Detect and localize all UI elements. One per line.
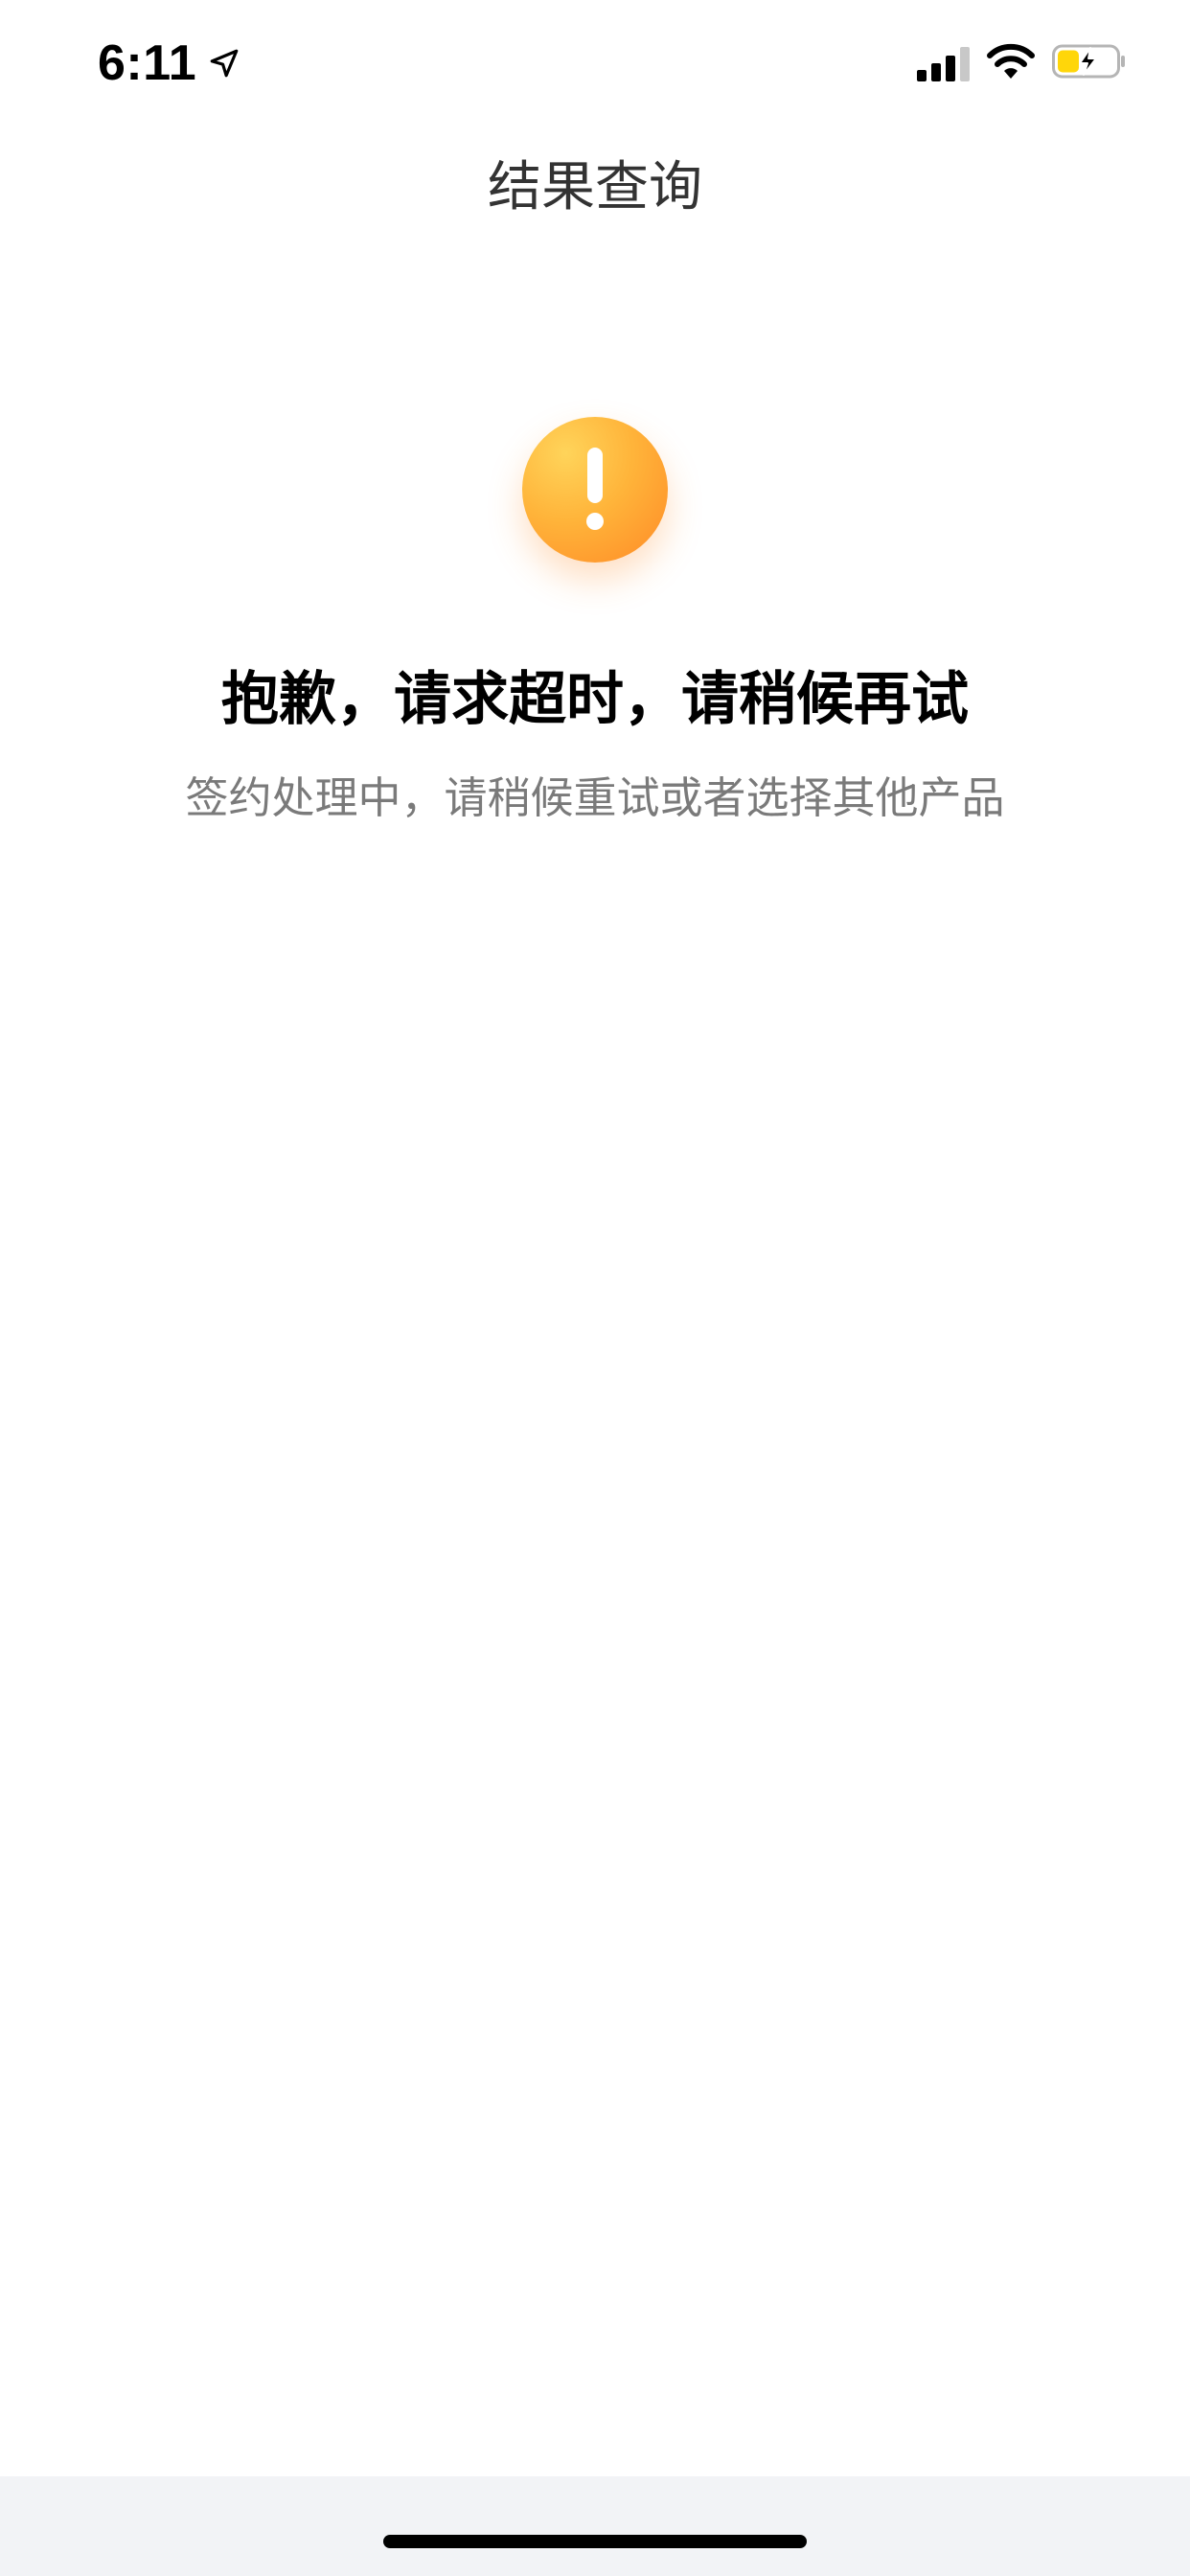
page-title: 结果查询 <box>488 156 702 218</box>
exclamation-dot <box>586 513 604 530</box>
status-time-group: 6:11 <box>98 34 240 92</box>
screen: 6:11 结果查询 抱歉，请求超时，请稍候再试 签约处理中，请稍候重试或者选择其… <box>0 0 1190 2576</box>
exclamation-bar <box>587 448 603 503</box>
status-bar: 6:11 <box>0 0 1190 126</box>
warning-exclamation-icon <box>522 417 668 563</box>
result-subtitle: 签约处理中，请稍候重试或者选择其他产品 <box>185 772 1005 823</box>
battery-charging-icon <box>1052 44 1125 79</box>
bottom-safe-area <box>0 2476 1190 2576</box>
home-indicator[interactable] <box>383 2535 807 2548</box>
status-time: 6:11 <box>98 35 197 91</box>
location-arrow-icon <box>210 49 239 78</box>
cellular-signal-icon <box>917 47 970 81</box>
wifi-icon <box>987 43 1035 79</box>
result-title: 抱歉，请求超时，请稍候再试 <box>221 666 969 733</box>
